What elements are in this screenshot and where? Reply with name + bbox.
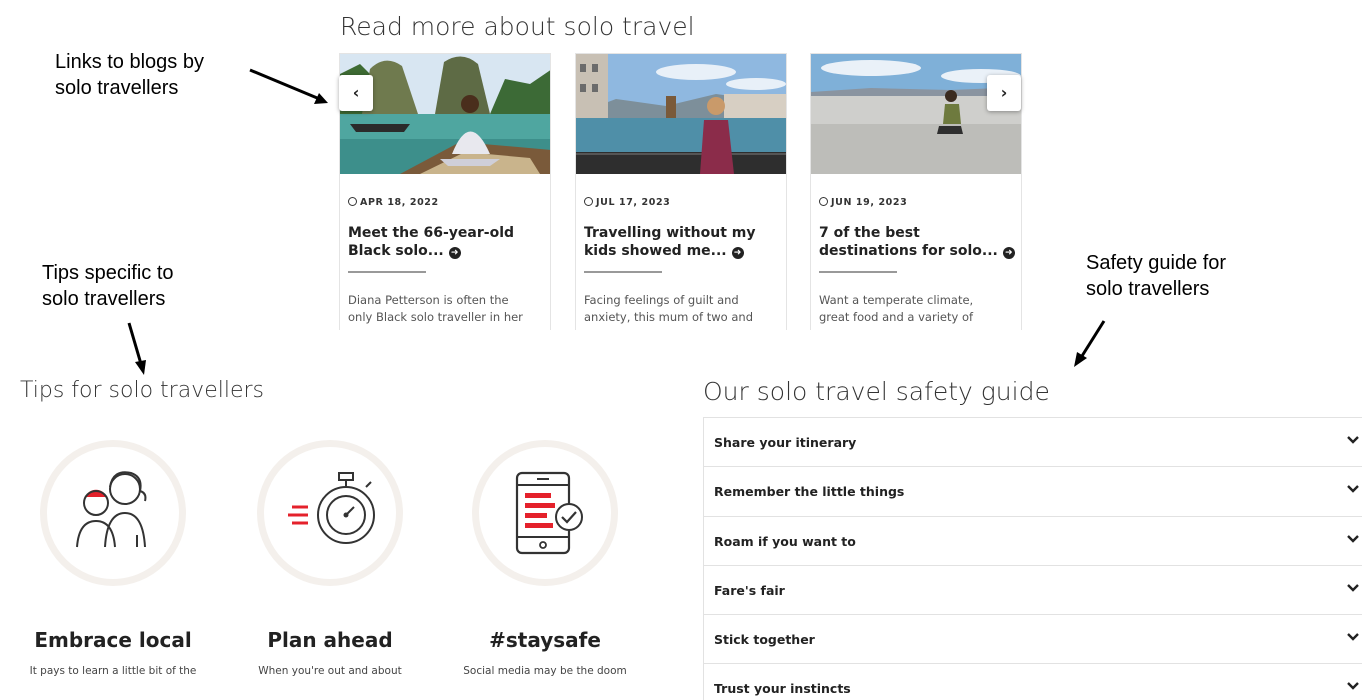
annotation-tips-line2: solo travellers [42,288,166,310]
tip-title: Plan ahead [267,628,393,652]
tip-circle [472,440,618,586]
blog-card-title-line2: kids showed me... [584,243,727,259]
blog-card-title-line1: Meet the 66-year-old [348,225,515,241]
annotation-safety-line1: Safety guide for [1086,252,1227,274]
blog-card-title[interactable]: 7 of the best destinations for solo... ➜ [819,224,1015,260]
blog-card-title-line2: destinations for solo... [819,243,998,259]
blog-card-date: JUN 19, 2023 [819,197,907,208]
tip-title: Embrace local [34,628,192,652]
carousel-next-button[interactable]: › [987,75,1021,111]
tip-text: It pays to learn a little bit of the [29,665,197,677]
tip-circle [40,440,186,586]
tip-item: Embrace local It pays to learn a little … [8,440,218,677]
tips-section-title: Tips for solo travellers [20,378,264,403]
tip-text: Social media may be the doom [463,665,627,677]
accordion-item-share-itinerary[interactable]: Share your itinerary [703,418,1362,468]
blog-card-excerpt: Diana Petterson is often the only Black … [348,292,544,326]
chevron-down-icon [1347,633,1359,641]
accordion-item-label: Fare's fair [714,582,785,598]
annotation-blogs-line1: Links to blogs by [55,51,204,73]
blog-card-excerpt-line1: Want a temperate climate, [819,293,974,307]
blog-card-excerpt: Facing feelings of guilt and anxiety, th… [584,292,780,326]
safety-section-title: Our solo travel safety guide [703,377,1050,406]
chevron-down-icon [1347,534,1359,543]
blog-card-divider [819,271,897,273]
blog-card-excerpt: Want a temperate climate, great food and… [819,292,1015,326]
blog-card-fade [340,324,550,330]
accordion-item-label: Share your itinerary [714,435,857,450]
chevron-down-icon [1347,436,1359,444]
stopwatch-icon [288,472,375,544]
blog-card-title-line1: Travelling without my [584,225,756,241]
blog-card-divider [348,271,426,273]
accordion-item-roam[interactable]: Roam if you want to [703,516,1362,566]
blog-card-image-salt-flat [811,54,1021,174]
blog-card-date-text: JUL 17, 2023 [596,197,671,208]
safety-accordion: Share your itinerary Remember the little… [703,417,1362,700]
arrow-to-safety [1074,320,1106,367]
blog-card-date: JUL 17, 2023 [584,197,670,208]
blog-card-title-line2: Black solo... [348,243,444,259]
clock-icon [819,197,828,206]
blog-section-title: Read more about solo travel [340,12,695,41]
blog-card-date: APR 18, 2022 [348,197,439,208]
arrow-circle-right-icon: ➜ [448,247,461,259]
blog-card[interactable]: JUL 17, 2023 Travelling without my kids … [575,53,787,330]
blog-card-fade [811,324,1021,330]
annotation-safety-line2: solo travellers [1086,278,1210,300]
chevron-down-icon [1347,485,1359,493]
people-icon [76,471,147,548]
tip-item: Plan ahead When you're out and about [225,440,435,677]
tip-item: #staysafe Social media may be the doom [440,440,650,677]
blog-card-image-boat [340,54,550,174]
blog-card-title[interactable]: Travelling without my kids showed me... … [584,224,780,260]
blog-card-title[interactable]: Meet the 66-year-old Black solo... ➜ [348,224,544,260]
blog-card-excerpt-line1: Facing feelings of guilt and [584,293,739,307]
arrow-circle-right-icon: ➜ [1002,247,1015,259]
phone-check-icon [515,471,583,555]
accordion-item-label: Trust your instincts [714,681,851,697]
carousel-prev-button[interactable]: ‹ [339,75,373,111]
annotation-tips: Tips specific to solo travellers [42,260,174,312]
accordion-item-trust-instincts[interactable]: Trust your instincts [703,664,1362,700]
blog-card-divider [584,271,662,273]
tip-title: #staysafe [489,628,601,652]
chevron-down-icon [1347,682,1359,691]
chevron-down-icon [1347,584,1359,592]
arrow-to-blogs [249,68,328,104]
accordion-item-label: Roam if you want to [714,533,856,549]
clock-icon [348,197,357,206]
annotation-blogs: Links to blogs by solo travellers [55,49,204,101]
accordion-item-fares-fair[interactable]: Fare's fair [703,565,1362,616]
annotation-safety: Safety guide for solo travellers [1086,250,1226,302]
blog-card-image-lake [576,54,786,174]
tip-circle [257,440,403,586]
arrow-circle-right-icon: ➜ [731,247,744,259]
annotation-blogs-line2: solo travellers [55,77,179,99]
accordion-item-little-things[interactable]: Remember the little things [703,467,1362,517]
clock-icon [584,197,593,206]
arrow-to-tips [127,322,146,375]
accordion-item-label: Stick together [714,632,815,648]
annotation-tips-line1: Tips specific to [42,262,174,284]
blog-card-date-text: APR 18, 2022 [360,197,439,208]
accordion-item-label: Remember the little things [714,484,905,500]
blog-card-date-text: JUN 19, 2023 [831,197,908,208]
accordion-item-stick-together[interactable]: Stick together [703,615,1362,665]
blog-card-fade [576,324,786,330]
blog-card-title-line1: 7 of the best [819,225,920,241]
blog-card-excerpt-line1: Diana Petterson is often the [348,293,509,307]
tip-text: When you're out and about [258,665,402,677]
